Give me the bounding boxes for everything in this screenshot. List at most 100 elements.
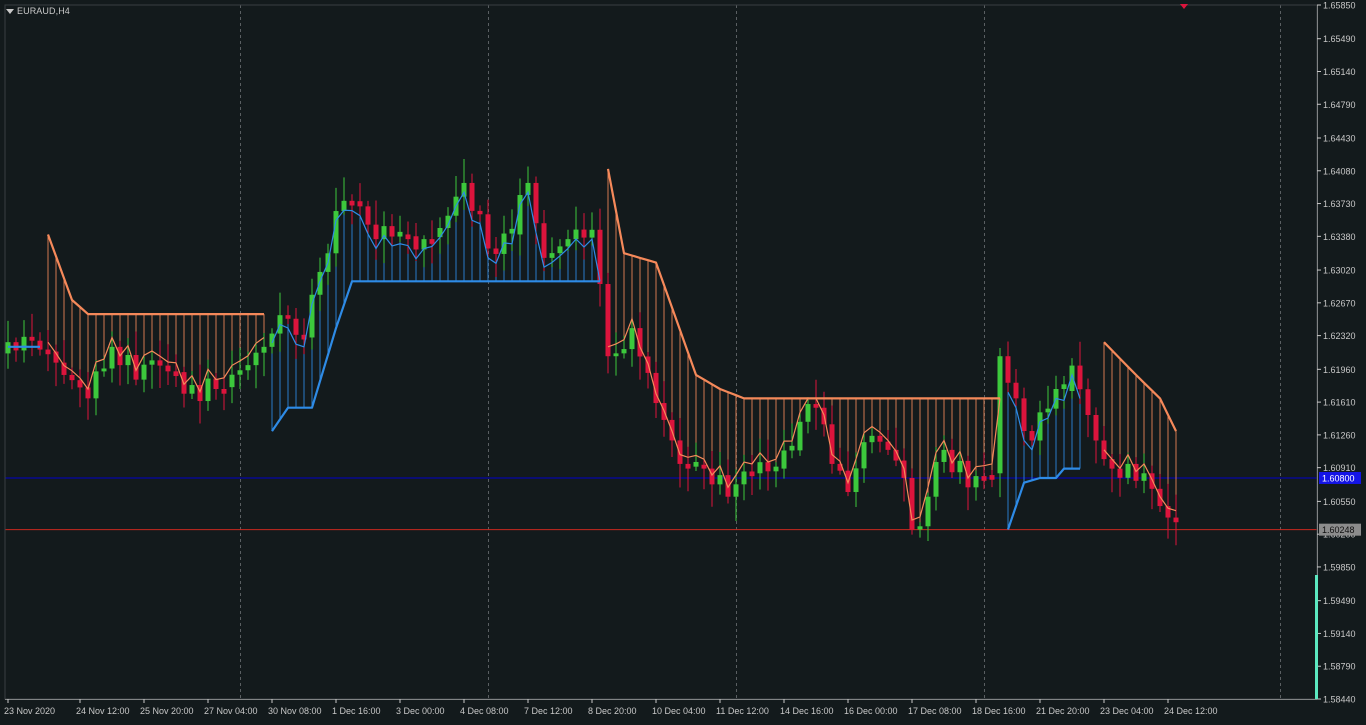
candle bbox=[1053, 375, 1059, 416]
candle bbox=[149, 351, 155, 389]
candle-body bbox=[21, 336, 27, 351]
candle bbox=[717, 452, 723, 495]
candle-body bbox=[93, 371, 99, 399]
candle-body bbox=[1125, 463, 1131, 478]
candle-body bbox=[861, 442, 867, 469]
candle-body bbox=[717, 475, 723, 485]
x-tick-label: 1 Dec 16:00 bbox=[332, 706, 381, 716]
candle bbox=[29, 313, 35, 357]
candle-body bbox=[597, 229, 603, 285]
lower-band-line bbox=[271, 280, 600, 432]
candle-body bbox=[125, 355, 131, 366]
x-tick-label: 23 Nov 2020 bbox=[4, 706, 55, 716]
candle bbox=[981, 452, 987, 490]
candle bbox=[45, 330, 51, 372]
candle bbox=[869, 428, 875, 454]
candle bbox=[829, 405, 835, 474]
candle-body bbox=[477, 210, 483, 215]
candle-body bbox=[973, 476, 979, 488]
candle-body bbox=[45, 349, 51, 355]
candle-body bbox=[693, 461, 699, 467]
candle-body bbox=[629, 328, 635, 350]
candle bbox=[1021, 387, 1027, 446]
candle bbox=[1061, 375, 1067, 409]
candle bbox=[277, 292, 283, 352]
candle bbox=[461, 159, 467, 210]
upper-band-line bbox=[1103, 341, 1177, 432]
x-tick-label: 10 Dec 04:00 bbox=[652, 706, 706, 716]
y-tick-label: 1.63380 bbox=[1323, 232, 1356, 242]
candle bbox=[493, 236, 499, 277]
candle bbox=[317, 257, 323, 311]
candle bbox=[517, 178, 523, 256]
candle-body bbox=[757, 462, 763, 474]
candle bbox=[285, 305, 291, 325]
candle bbox=[293, 307, 299, 359]
y-tick-label: 1.62320 bbox=[1323, 331, 1356, 341]
candle-body bbox=[1093, 414, 1099, 441]
y-tick-label: 1.63020 bbox=[1323, 266, 1356, 276]
candle-body bbox=[205, 378, 211, 402]
candle-body bbox=[533, 182, 539, 224]
candle-body bbox=[989, 475, 995, 480]
candle-body bbox=[797, 421, 803, 451]
candle bbox=[357, 183, 363, 217]
candle bbox=[5, 320, 11, 369]
collapse-triangle-icon[interactable] bbox=[6, 8, 14, 14]
x-tick-label: 11 Dec 12:00 bbox=[716, 706, 769, 716]
x-tick-label: 23 Dec 04:00 bbox=[1100, 706, 1154, 716]
candle-body bbox=[1013, 382, 1019, 399]
candle bbox=[765, 439, 771, 491]
candle-body bbox=[581, 229, 587, 238]
candle-body bbox=[789, 445, 795, 451]
x-tick-label: 17 Dec 08:00 bbox=[908, 706, 962, 716]
candle-body bbox=[541, 223, 547, 258]
price-chart[interactable]: 1.65850 1.65490 1.65140 1.64790 1.64430 1.640… bbox=[0, 0, 1366, 725]
candle bbox=[253, 341, 259, 389]
y-tick-label: 1.65490 bbox=[1323, 34, 1356, 44]
candle bbox=[1101, 425, 1107, 466]
candle-body bbox=[813, 404, 819, 408]
candle-body bbox=[981, 476, 987, 481]
y-tick-label: 1.60550 bbox=[1323, 497, 1356, 507]
candle bbox=[397, 215, 403, 243]
candle-body bbox=[413, 236, 419, 250]
candle bbox=[205, 359, 211, 411]
y-tick-label: 1.61610 bbox=[1323, 398, 1356, 408]
candle-body bbox=[805, 404, 811, 422]
candle-body bbox=[917, 526, 923, 530]
candle-body bbox=[677, 440, 683, 464]
candle-body bbox=[853, 468, 859, 493]
candle-body bbox=[1061, 384, 1067, 389]
candle bbox=[37, 332, 43, 356]
x-tick-label: 3 Dec 00:00 bbox=[396, 706, 445, 716]
x-tick-label: 4 Dec 08:00 bbox=[460, 706, 509, 716]
y-tick-label: 1.61960 bbox=[1323, 365, 1356, 375]
x-tick-label: 16 Dec 00:00 bbox=[844, 706, 898, 716]
candle-body bbox=[573, 229, 579, 240]
vertical-gridlines bbox=[240, 5, 1281, 699]
candle bbox=[77, 369, 83, 408]
candle bbox=[613, 332, 619, 376]
candle bbox=[197, 364, 203, 424]
candle bbox=[133, 331, 139, 386]
chart-title[interactable]: EURAUD,H4 bbox=[6, 6, 70, 16]
candle-body bbox=[933, 461, 939, 497]
candle-body bbox=[765, 462, 771, 472]
candle-body bbox=[685, 463, 691, 469]
candle bbox=[349, 194, 355, 225]
candle bbox=[429, 220, 435, 264]
candle-body bbox=[1029, 431, 1035, 441]
candle bbox=[701, 459, 707, 490]
y-tick-label: 1.64430 bbox=[1323, 133, 1356, 143]
candle-body bbox=[253, 352, 259, 366]
candle bbox=[677, 417, 683, 488]
x-tick-label: 21 Dec 20:00 bbox=[1036, 706, 1090, 716]
candle bbox=[117, 340, 123, 386]
candle-body bbox=[733, 484, 739, 497]
candle-body bbox=[1117, 468, 1123, 478]
candle bbox=[157, 340, 163, 389]
candle-body bbox=[589, 229, 595, 238]
x-tick-label: 27 Nov 04:00 bbox=[204, 706, 258, 716]
candle-body bbox=[397, 231, 403, 237]
